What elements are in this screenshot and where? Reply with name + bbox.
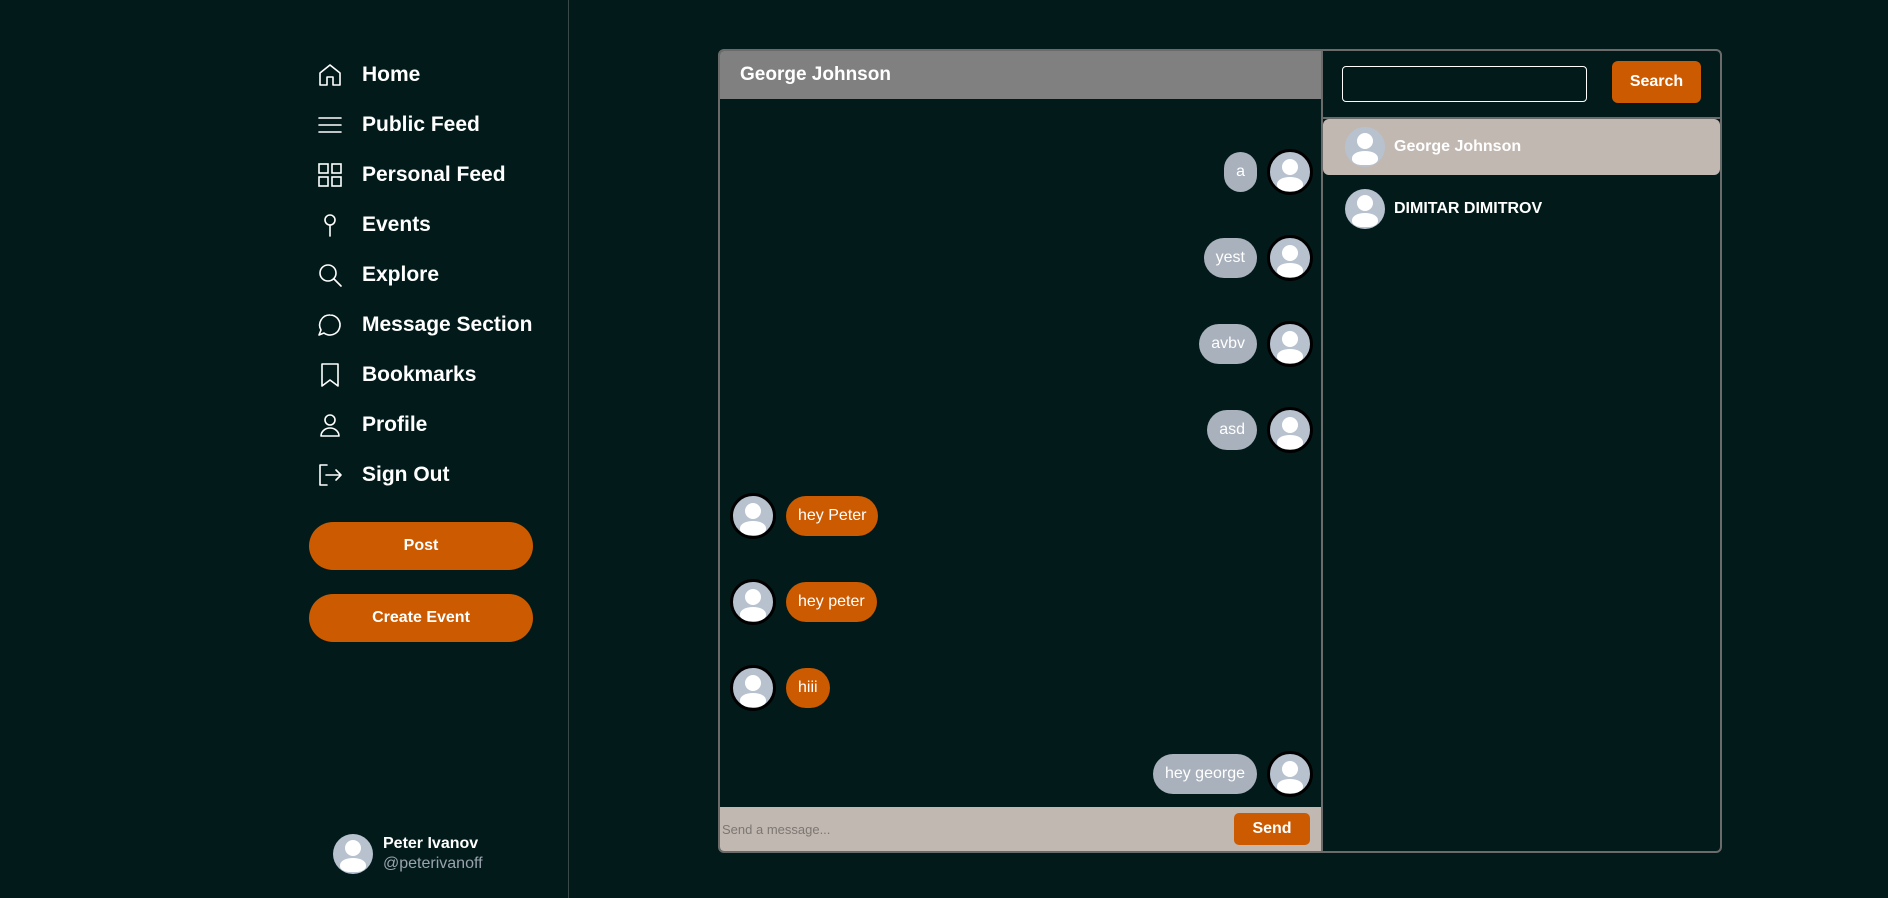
- conversation-header: George Johnson: [720, 51, 1321, 99]
- message-bubble: hey george: [1152, 754, 1257, 794]
- message-input[interactable]: [720, 808, 1234, 850]
- menu-icon: [318, 117, 342, 133]
- message-composer: Send: [720, 807, 1321, 851]
- sidebar-item-label: Events: [362, 213, 431, 236]
- chat-panel: George Johnson a yest avbv asd hey Peter…: [718, 49, 1722, 853]
- message-bubble: a: [1224, 152, 1257, 192]
- home-icon: [319, 64, 341, 86]
- sidebar-nav: Home Public Feed Personal Feed Events Ex…: [316, 50, 532, 500]
- sidebar-item-public-feed[interactable]: Public Feed: [316, 100, 532, 150]
- message-received: hey Peter: [730, 493, 879, 539]
- message-sent: asd: [1207, 407, 1313, 453]
- avatar: [730, 493, 776, 539]
- message-sent: yest: [1203, 235, 1313, 281]
- avatar: [1267, 149, 1313, 195]
- create-event-button[interactable]: Create Event: [309, 594, 533, 642]
- avatar: [1267, 321, 1313, 367]
- sidebar: Home Public Feed Personal Feed Events Ex…: [0, 0, 569, 898]
- avatar: [333, 834, 373, 874]
- sidebar-item-sign-out[interactable]: Sign Out: [316, 450, 532, 500]
- avatar: [1345, 127, 1385, 167]
- sidebar-item-label: Personal Feed: [362, 163, 506, 186]
- contact-name: DIMITAR DIMITROV: [1394, 200, 1543, 217]
- search-button[interactable]: Search: [1612, 61, 1701, 103]
- grid-icon: [318, 163, 342, 187]
- message-received: hey peter: [730, 579, 877, 625]
- user-handle: @peterivanoff: [383, 855, 483, 872]
- contact-item-dimitar-dimitrov[interactable]: DIMITAR DIMITROV: [1323, 181, 1720, 237]
- sidebar-item-profile[interactable]: Profile: [316, 400, 532, 450]
- sidebar-item-home[interactable]: Home: [316, 50, 532, 100]
- bookmark-icon: [321, 363, 339, 387]
- message-bubble: hey Peter: [786, 496, 879, 536]
- sidebar-item-message-section[interactable]: Message Section: [316, 300, 532, 350]
- sidebar-item-explore[interactable]: Explore: [316, 250, 532, 300]
- contact-name: George Johnson: [1394, 138, 1522, 155]
- sidebar-item-label: Profile: [362, 413, 428, 436]
- user-name: Peter Ivanov: [383, 835, 479, 852]
- sidebar-item-label: Bookmarks: [362, 363, 477, 386]
- current-user-card[interactable]: Peter Ivanov @peterivanoff: [333, 834, 483, 874]
- sidebar-item-label: Message Section: [362, 313, 533, 336]
- message-bubble: avbv: [1199, 324, 1257, 364]
- message-received: hiii: [730, 665, 830, 711]
- contact-item-george-johnson[interactable]: George Johnson: [1323, 119, 1720, 175]
- message-sent: avbv: [1199, 321, 1313, 367]
- sidebar-item-bookmarks[interactable]: Bookmarks: [316, 350, 532, 400]
- sidebar-item-label: Sign Out: [362, 463, 450, 486]
- user-icon: [320, 414, 340, 437]
- sidebar-item-label: Explore: [362, 263, 440, 286]
- conversation: George Johnson a yest avbv asd hey Peter…: [720, 51, 1323, 851]
- send-button[interactable]: Send: [1234, 813, 1310, 845]
- message-bubble: hey peter: [786, 582, 877, 622]
- sidebar-item-label: Public Feed: [362, 113, 480, 136]
- avatar: [1267, 407, 1313, 453]
- chat-bubble-icon: [318, 314, 341, 336]
- sidebar-item-label: Home: [362, 63, 421, 86]
- message-sent: hey george: [1152, 751, 1313, 797]
- avatar: [1267, 235, 1313, 281]
- message-sent: a: [1224, 149, 1313, 195]
- contact-search: Search: [1323, 51, 1720, 119]
- avatar: [730, 579, 776, 625]
- message-bubble: yest: [1203, 238, 1257, 278]
- post-button[interactable]: Post: [309, 522, 533, 570]
- sign-out-icon: [319, 464, 342, 486]
- avatar: [1267, 751, 1313, 797]
- message-bubble: asd: [1207, 410, 1257, 450]
- conversation-title: George Johnson: [740, 64, 891, 85]
- contacts-panel: Search George Johnson DIMITAR DIMITROV: [1323, 51, 1720, 851]
- pin-icon: [324, 214, 336, 237]
- avatar: [730, 665, 776, 711]
- sidebar-item-events[interactable]: Events: [316, 200, 532, 250]
- search-input[interactable]: [1342, 66, 1587, 102]
- avatar: [1345, 189, 1385, 229]
- message-bubble: hiii: [786, 668, 830, 708]
- search-icon: [319, 264, 342, 287]
- sidebar-item-personal-feed[interactable]: Personal Feed: [316, 150, 532, 200]
